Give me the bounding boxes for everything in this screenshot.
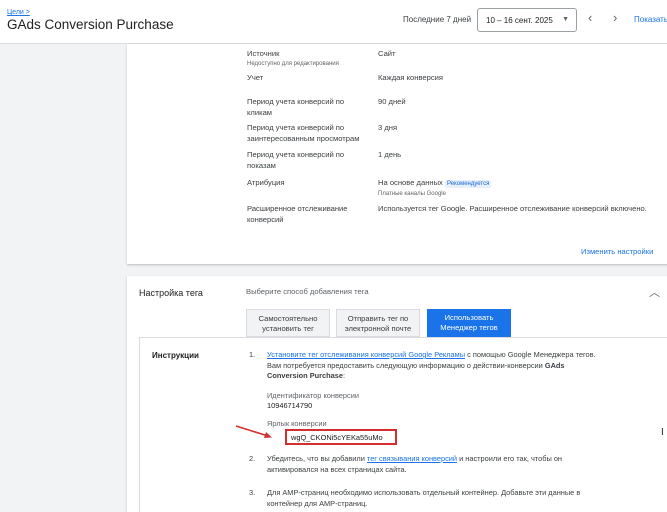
instructions-panel: Инструкции 1. Установите тег отслеживани…	[139, 337, 667, 512]
period-label: Последние 7 дней	[403, 15, 472, 24]
conversion-label-label: Ярлык конверсии	[267, 419, 327, 428]
highlight-arrow-icon	[235, 425, 272, 438]
setting-value: 90 дней	[378, 97, 406, 106]
change-settings-link[interactable]: Изменить настройки	[581, 247, 653, 256]
setting-value: 1 день	[378, 150, 402, 159]
option-email-tag[interactable]: Отправить тег по электронной почте	[336, 309, 420, 337]
show-button[interactable]: Показать	[634, 15, 667, 24]
setting-key: Источник	[247, 49, 280, 58]
dropdown-arrow-icon: ▼	[562, 16, 569, 23]
setting-key: Атрибуция	[247, 178, 285, 187]
setting-key-note: Недоступно для редактирования	[247, 60, 339, 67]
option-tag-manager[interactable]: Использовать Менеджер тегов	[427, 309, 511, 337]
tag-setup-hint: Выберите способ добавления тега	[246, 287, 369, 296]
instructions-title: Инструкции	[152, 351, 199, 360]
setting-value: Каждая конверсия	[378, 73, 443, 82]
setting-value: На основе данных	[378, 178, 443, 187]
setting-key: Период учета конверсий по показам	[247, 150, 345, 170]
conversion-id-value: 10946714790	[267, 401, 313, 410]
install-tag-link[interactable]: Установите тег отслеживания конверсий Go…	[267, 350, 465, 359]
tag-setup-title: Настройка тега	[139, 288, 203, 298]
setting-key: Период учета конверсий по заинтересованн…	[247, 123, 360, 143]
setting-value: 3 дня	[378, 123, 398, 132]
setting-value: Используется тег Google. Расширенное отс…	[378, 204, 647, 213]
date-range-select[interactable]: 10 – 16 сент. 2025 ▼	[477, 8, 577, 32]
page-title: GAds Conversion Purchase	[7, 17, 174, 32]
setting-key: Учет	[247, 73, 264, 82]
conversion-label-value: wgQ_CKONi5cYEKa55uMo	[285, 429, 397, 445]
tag-setup-card: Настройка тега Выберите способ добавлени…	[127, 276, 667, 512]
setting-value: Сайт	[378, 49, 396, 58]
recommended-badge: Рекомендуется	[444, 180, 492, 188]
text-cursor-icon: I	[661, 427, 664, 438]
chevron-left-icon[interactable]: ‹	[588, 11, 592, 24]
date-range-value: 10 – 16 сент. 2025	[486, 16, 553, 25]
breadcrumb-goals[interactable]: Цели >	[7, 9, 30, 16]
settings-card: Источник Недоступно для редактирования Са…	[127, 44, 667, 264]
option-install-yourself[interactable]: Самостоятельно установить тег	[246, 309, 330, 337]
conversion-id-label: Идентификатор конверсии	[267, 391, 359, 400]
setting-key: Расширенное отслеживание конверсий	[247, 204, 348, 224]
linker-tag-link[interactable]: тег связывания конверсий	[367, 454, 457, 463]
setting-key: Период учета конверсий по кликам	[247, 97, 345, 117]
chevron-right-icon[interactable]: ›	[613, 11, 617, 24]
setting-value-note: Платные каналы Google	[378, 190, 446, 197]
top-bar: Цели > GAds Conversion Purchase Последни…	[0, 0, 667, 44]
collapse-chevron-icon[interactable]: ︿	[649, 284, 660, 300]
